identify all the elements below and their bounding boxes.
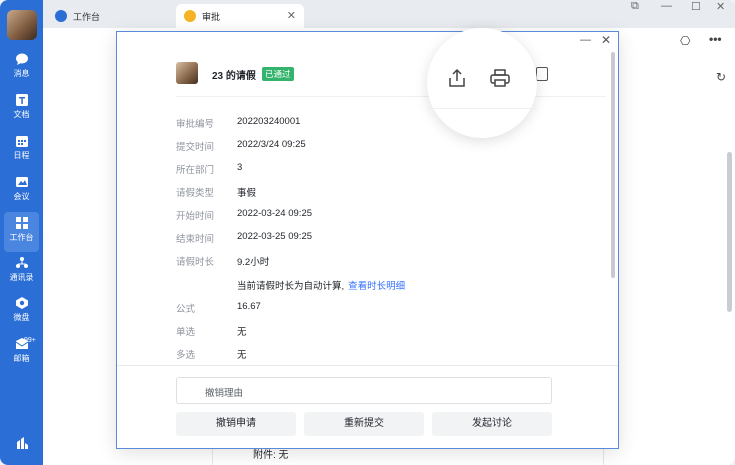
sidebar-item-label: 文档	[13, 110, 30, 119]
grid-icon	[15, 217, 28, 229]
field-value: 9.2小时	[237, 257, 270, 268]
hint-text: 当前请假时长为自动计算,	[237, 281, 345, 292]
drive-icon	[15, 297, 28, 309]
field-value: 2022/3/24 09:25	[237, 139, 306, 150]
tab-approval[interactable]: 审批 ✕	[176, 4, 304, 28]
sidebar-item-docs[interactable]: 文档	[0, 93, 43, 133]
dialog-title: 23 的请假	[212, 71, 256, 82]
sidebar-item-contacts[interactable]: 通讯录	[0, 256, 43, 296]
dialog-close-icon[interactable]: ✕	[601, 33, 611, 47]
field-label: 请假类型	[176, 188, 215, 199]
more-icon[interactable]: •••	[709, 32, 722, 46]
tab-label: 工作台	[73, 11, 101, 22]
sidebar: 消息 文档 日程 会议 工作台 通讯录 微盘 99+ 邮箱	[0, 0, 43, 465]
sidebar-item-calendar[interactable]: 日程	[0, 134, 43, 174]
field-value: 无	[237, 327, 247, 338]
field-label: 单选	[176, 327, 196, 338]
close-window-icon[interactable]: ✕	[716, 0, 725, 13]
revoke-button[interactable]: 撤销申请	[176, 412, 296, 436]
field-label: 结束时间	[176, 234, 215, 245]
tab-bar: 工作台 审批 ✕ ⧉ — ☐ ✕	[43, 0, 735, 28]
close-tab-icon[interactable]: ✕	[287, 9, 296, 22]
sidebar-item-label: 通讯录	[9, 273, 34, 282]
sidebar-item-meeting[interactable]: 会议	[0, 175, 43, 215]
status-badge: 已通过	[262, 67, 294, 81]
field-label: 公式	[176, 304, 196, 315]
field-value: 202203240001	[237, 116, 301, 127]
sidebar-item-label: 会议	[13, 192, 30, 201]
sidebar-item-label: 日程	[13, 151, 30, 160]
magnifier-overlay	[427, 28, 537, 138]
tab-label: 审批	[202, 11, 221, 22]
copy-icon[interactable]	[536, 67, 548, 81]
calendar-icon	[15, 136, 28, 147]
page-scrollbar[interactable]	[727, 152, 732, 312]
workbench-tab-icon	[55, 10, 67, 22]
dialog-scrollbar[interactable]	[611, 52, 615, 278]
field-label: 所在部门	[176, 165, 215, 176]
resubmit-button[interactable]: 重新提交	[304, 412, 424, 436]
sidebar-item-workbench[interactable]: 工作台	[4, 212, 39, 252]
field-value: 3	[237, 162, 243, 173]
video-icon	[15, 177, 28, 187]
field-value: 2022-03-25 09:25	[237, 231, 313, 242]
field-value: 2022-03-24 09:25	[237, 208, 313, 219]
sidebar-item-label: 消息	[13, 69, 30, 78]
sidebar-item-messages[interactable]: 消息	[0, 52, 43, 92]
field-label: 提交时间	[176, 142, 215, 153]
revoke-reason-input[interactable]: 撤销理由	[176, 377, 552, 404]
sidebar-item-label: 微盘	[13, 313, 30, 322]
field-label: 请假时长	[176, 257, 215, 268]
applicant-avatar	[176, 62, 198, 84]
field-value: 事假	[237, 188, 257, 199]
duration-hint: 当前请假时长为自动计算, 查看时长明细	[237, 278, 405, 292]
sidebar-item-mail[interactable]: 99+ 邮箱	[0, 337, 43, 377]
maximize-icon[interactable]: ☐	[691, 0, 701, 13]
field-label: 多选	[176, 350, 196, 361]
field-value: 无	[237, 350, 247, 361]
app-window: 消息 文档 日程 会议 工作台 通讯录 微盘 99+ 邮箱 工作台 审批 ✕ ⧉…	[0, 0, 735, 465]
field-label: 开始时间	[176, 211, 215, 222]
mail-count-badge: 99+	[24, 337, 36, 344]
dialog-minimize-icon[interactable]: —	[580, 34, 591, 46]
sidebar-item-label: 邮箱	[13, 354, 30, 363]
footer-divider	[117, 365, 618, 366]
user-avatar[interactable]	[7, 10, 37, 40]
document-icon	[15, 94, 28, 106]
approval-tab-icon	[184, 10, 196, 22]
start-discussion-button[interactable]: 发起讨论	[432, 412, 552, 436]
popout-icon[interactable]: ⧉	[631, 0, 639, 13]
apps-icon	[16, 437, 28, 449]
magnifier-divider	[427, 108, 537, 109]
approval-detail-dialog: — ✕ 23 的请假 已通过 审批编号 202203240001 提交时间 20…	[116, 31, 619, 449]
print-icon[interactable]	[490, 69, 510, 87]
share-icon[interactable]	[448, 68, 466, 88]
sidebar-item-drive[interactable]: 微盘	[0, 296, 43, 336]
minimize-icon[interactable]: —	[661, 0, 672, 12]
settings-icon[interactable]: ⎔	[680, 34, 690, 48]
view-duration-detail-link[interactable]: 查看时长明细	[348, 281, 405, 292]
header-divider	[176, 96, 606, 97]
refresh-icon[interactable]: ↻	[716, 70, 726, 84]
chat-bubble-icon	[15, 53, 28, 65]
field-value: 16.67	[237, 301, 261, 312]
sidebar-more[interactable]	[0, 436, 43, 465]
tab-workbench[interactable]: 工作台	[55, 4, 100, 28]
contacts-icon	[15, 257, 28, 268]
sidebar-item-label: 工作台	[9, 233, 34, 242]
field-label: 审批编号	[176, 119, 215, 130]
